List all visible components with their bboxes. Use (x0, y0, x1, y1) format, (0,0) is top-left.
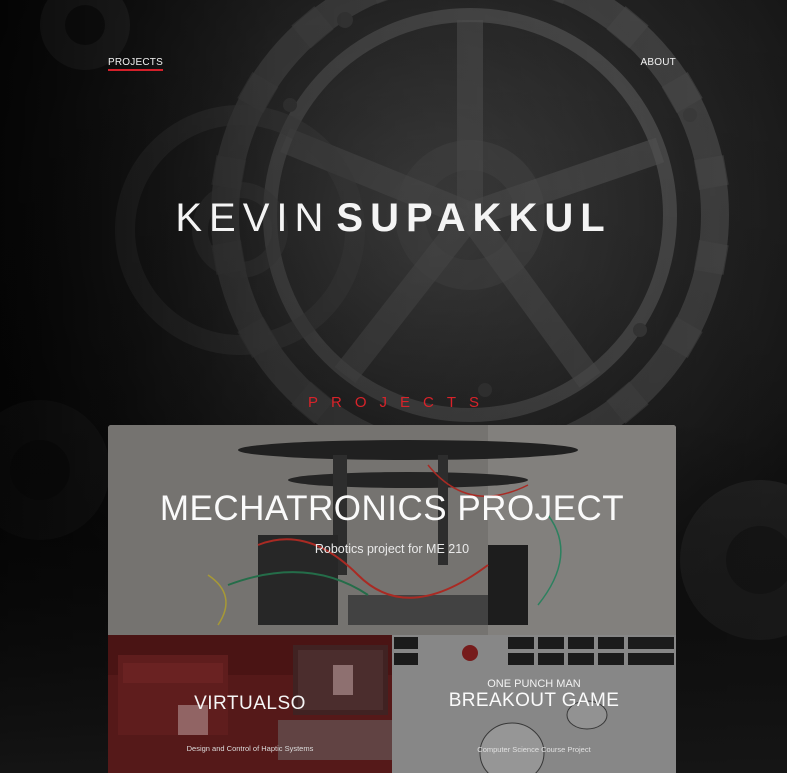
mechatronics-card-subtitle: Robotics project for ME 210 (314, 542, 470, 556)
nav-about-link[interactable]: ABOUT (641, 57, 676, 68)
mechatronics-card-title: MECHATRONICS PROJECT (159, 489, 625, 528)
breakout-card-title: BREAKOUT GAME (448, 690, 620, 711)
hero-last-name: SUPAKKUL (336, 196, 612, 240)
project-card-mechatronics[interactable]: MECHATRONICS PROJECT Robotics project fo… (108, 425, 676, 635)
nav-projects-link[interactable]: PROJECTS (108, 57, 163, 71)
virtualso-card-title: VIRTUALSO (194, 693, 306, 714)
hero-title: KEVIN SUPAKKUL (0, 196, 787, 241)
virtualso-card-subtitle: Design and Control of Haptic Systems (186, 744, 314, 753)
project-card-breakout[interactable]: ONE PUNCH MAN BREAKOUT GAME Computer Sci… (392, 635, 676, 773)
breakout-card-subtitle: Computer Science Course Project (477, 745, 591, 754)
hero-first-name: KEVIN (175, 196, 331, 240)
project-card-virtualso[interactable]: VIRTUALSO Design and Control of Haptic S… (108, 635, 392, 773)
projects-section-title: PROJECTS (307, 394, 492, 411)
mechatronics-robot-image (108, 425, 676, 635)
breakout-card-pretitle: ONE PUNCH MAN (487, 678, 581, 690)
